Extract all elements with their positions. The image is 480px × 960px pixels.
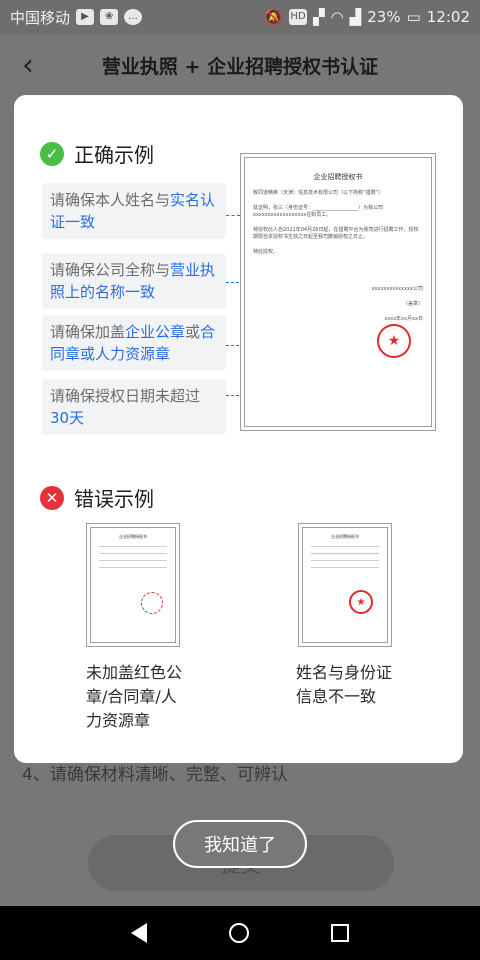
tip-highlight: 或人力资源章	[80, 345, 171, 363]
requirement-note: 4、请确保材料清晰、完整、可辨认	[22, 765, 288, 785]
company-seal-icon: ★	[377, 324, 411, 358]
system-nav-bar	[0, 906, 480, 960]
document-text: 特此授权。	[253, 249, 279, 255]
battery-label: 23%	[367, 8, 401, 26]
carrier-label: 中国移动	[10, 8, 71, 27]
status-bar: 中国移动 ▶ ❀ … 🔕 HD ▞ ◠ ▟ 23% ▭ 12:02	[0, 0, 480, 34]
clock-label: 12:02	[426, 8, 470, 26]
company-seal-icon: ★	[349, 590, 373, 614]
app-icon: ❀	[100, 9, 119, 25]
document-line	[99, 553, 167, 554]
page-title: 营业执照 + 企业招聘授权书认证	[101, 55, 379, 78]
document-line	[311, 553, 379, 554]
document-text: 兹证明，张三（身份证号：__________________）为我公司xxxxx…	[253, 205, 384, 218]
correct-example-header: ✓ 正确示例	[40, 139, 154, 168]
document-line	[99, 567, 167, 568]
document-line	[99, 560, 167, 561]
confirm-button[interactable]: 我知道了	[173, 820, 307, 868]
hd-icon: HD	[289, 9, 308, 25]
tip-text: 或	[185, 323, 201, 341]
triangle-back-icon[interactable]	[131, 923, 147, 943]
wrong-caption-no-seal: 未加盖红色公章/合同章/人力资源章	[86, 663, 183, 730]
document-text: 致同道精英（天津）信息技术有限公司（以下简称“猎聘”）	[253, 190, 384, 196]
tip-text: 请确保本人姓名与	[50, 191, 171, 209]
check-icon: ✓	[40, 141, 64, 166]
chevron-left-icon: ‹	[22, 47, 34, 83]
chat-icon: …	[124, 9, 143, 25]
wrong-caption-name-mismatch: 姓名与身份证信息不一致	[296, 663, 393, 706]
battery-icon: ▭	[406, 8, 421, 26]
tip-text: 请确保授权日期未超过	[50, 387, 201, 405]
document-line	[311, 560, 379, 561]
wrong-example-title: 错误示例	[74, 487, 154, 511]
mute-icon: 🔕	[264, 8, 284, 26]
document-line	[311, 546, 379, 547]
wifi-icon: ◠	[330, 8, 344, 26]
document-stamp-label: （盖章）	[402, 301, 423, 307]
tip-text: 请确保公司全称与	[50, 261, 171, 279]
document-company: xxxxxxxxxxxxxx公司	[371, 286, 423, 292]
app-bar: ‹ 营业执照 + 企业招聘授权书认证	[0, 34, 480, 96]
square-recent-icon[interactable]	[331, 924, 349, 942]
confirm-label: 我知道了	[204, 835, 276, 856]
document-title: 企业招聘授权书	[119, 534, 147, 539]
authorization-document: 企业招聘授权书 致同道精英（天津）信息技术有限公司（以下简称“猎聘”） 兹证明，…	[244, 157, 432, 427]
document-title: 企业招聘授权书	[331, 534, 359, 539]
cross-icon: ✕	[40, 485, 64, 510]
tip-seal: 请确保加盖企业公章或合同章或人力资源章	[42, 315, 226, 371]
tip-text: 请确保加盖	[50, 323, 126, 341]
tip-company: 请确保公司全称与营业执照上的名称一致	[42, 253, 226, 309]
tip-highlight: 企业公章	[125, 323, 186, 341]
document-date: xxxx年xx月xx日	[384, 316, 423, 322]
document-title: 企业招聘授权书	[313, 173, 363, 181]
missing-seal-icon	[141, 592, 163, 614]
document-line	[311, 567, 379, 568]
wrong-document-name-mismatch: 企业招聘授权书 ★	[302, 527, 388, 643]
flag-icon: ▶	[76, 9, 95, 25]
example-dialog: ✓ 正确示例 请确保本人姓名与实名认证一致 请确保公司全称与营业执照上的名称一致…	[14, 95, 463, 763]
correct-example-title: 正确示例	[74, 143, 154, 167]
tip-highlight: 30天	[50, 409, 85, 427]
tip-date: 请确保授权日期未超过 30天	[42, 379, 226, 435]
circle-home-icon[interactable]	[229, 923, 249, 943]
back-button[interactable]: ‹	[0, 34, 56, 96]
signal-icon: ▞	[313, 8, 325, 26]
document-line	[99, 546, 167, 547]
document-text: 特授权此人自2021年04月26日起，在猎聘平台为我司进行招聘工作，授权期限自本…	[253, 227, 419, 240]
tip-name: 请确保本人姓名与实名认证一致	[42, 183, 226, 239]
wrong-document-no-seal: 企业招聘授权书	[90, 527, 176, 643]
wrong-example-header: ✕ 错误示例	[40, 483, 154, 512]
signal-bars-icon: ▟	[349, 8, 362, 26]
